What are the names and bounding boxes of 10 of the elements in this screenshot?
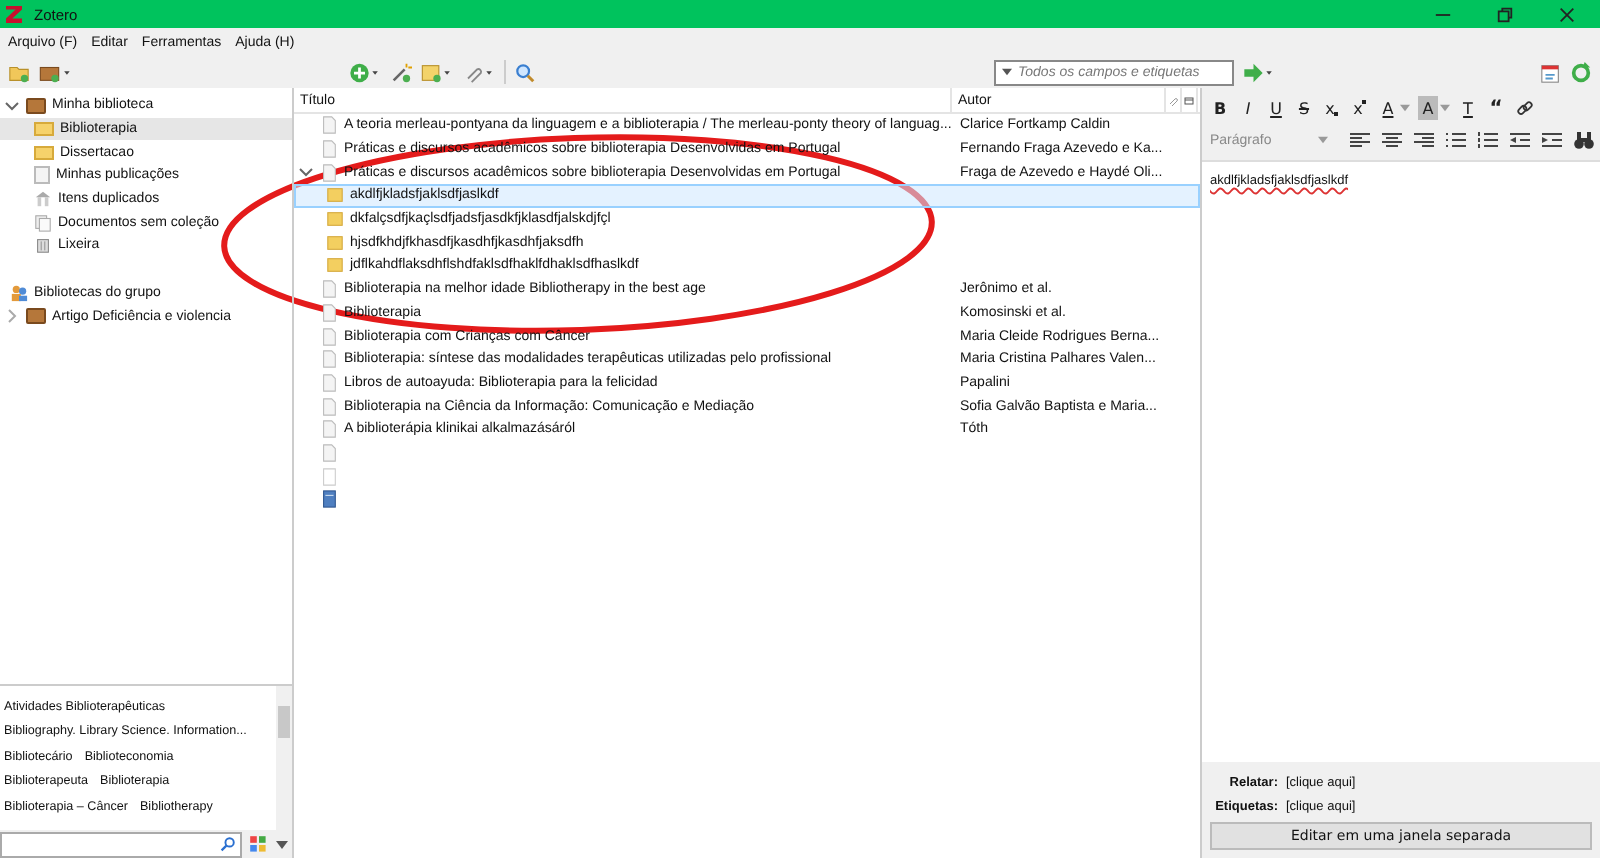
format-button[interactable]: B [1210,96,1230,120]
format-button[interactable]: A [1378,96,1398,120]
format-button[interactable]: “ [1486,96,1506,120]
format-button[interactable]: U [1266,96,1286,120]
format-button[interactable]: x [1322,96,1342,120]
format-button[interactable]: T [1458,96,1478,120]
format-button[interactable]: x [1350,96,1370,120]
format-button[interactable]: A [1418,96,1438,120]
format-button[interactable]: I [1238,96,1258,120]
format-button[interactable]: S [1294,96,1314,120]
